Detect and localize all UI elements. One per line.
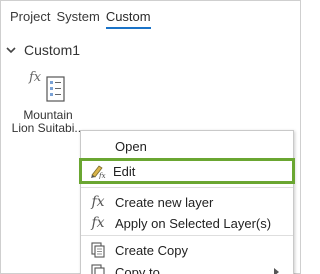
submenu-arrow-icon xyxy=(274,268,279,274)
tab-custom[interactable]: Custom xyxy=(105,8,151,29)
menu-item-create-copy-label: Create Copy xyxy=(115,242,188,258)
menu-separator xyxy=(81,187,293,188)
group-title: Custom1 xyxy=(24,42,81,58)
function-item-mountain-lion[interactable]: fx Mountain Lion Suitabi... xyxy=(8,68,88,135)
svg-text:fx: fx xyxy=(28,70,42,85)
item-label-line2: Lion Suitabi... xyxy=(11,121,85,135)
menu-item-open[interactable]: Open xyxy=(81,133,293,159)
menu-item-create-new-layer-label: Create new layer xyxy=(115,194,214,210)
menu-item-edit-label: Edit xyxy=(113,163,136,179)
context-menu: Open fx Edit fx Create new layer fx Appl… xyxy=(79,130,295,274)
tab-bar: Project System Custom xyxy=(10,8,157,29)
function-template-icon: fx xyxy=(28,68,68,104)
fx-icon: fx xyxy=(91,215,105,231)
edit-function-icon: fx xyxy=(82,158,113,184)
tab-system[interactable]: System xyxy=(56,8,99,29)
chevron-down-icon[interactable] xyxy=(6,45,16,55)
svg-text:fx: fx xyxy=(98,172,106,179)
menu-item-copy-to-label: Copy to xyxy=(115,264,160,274)
menu-item-open-label: Open xyxy=(115,138,147,154)
menu-separator xyxy=(81,235,293,236)
blank-icon xyxy=(81,133,115,159)
menu-item-copy-to[interactable]: Copy to xyxy=(81,259,293,274)
group-header-custom1[interactable]: Custom1 xyxy=(6,42,80,58)
tab-project[interactable]: Project xyxy=(10,8,50,29)
menu-item-apply-selected[interactable]: fx Apply on Selected Layer(s) xyxy=(81,210,293,236)
menu-item-apply-selected-label: Apply on Selected Layer(s) xyxy=(115,215,272,231)
copy-to-icon xyxy=(81,259,115,274)
menu-item-edit[interactable]: fx Edit xyxy=(79,158,295,184)
